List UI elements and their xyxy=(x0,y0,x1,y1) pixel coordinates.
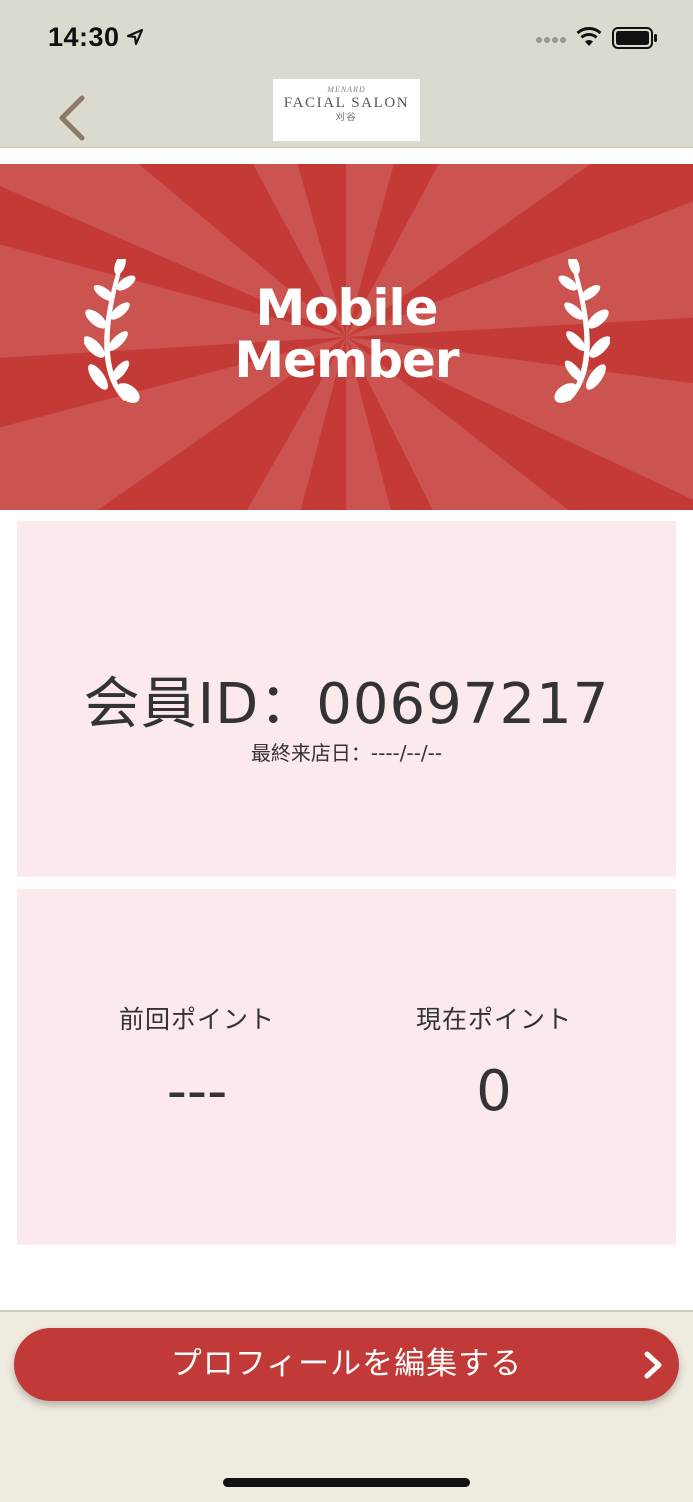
logo-subtitle: 刈谷 xyxy=(335,113,358,123)
battery-icon xyxy=(612,27,657,49)
previous-points: 前回ポイント --- xyxy=(32,1003,362,1125)
wifi-icon xyxy=(576,27,602,46)
nav-bar: MENARD FACIAL SALON 刈谷 xyxy=(0,78,693,148)
signal-dots-icon xyxy=(536,37,566,43)
points-card: 前回ポイント --- 現在ポイント 0 xyxy=(17,889,676,1245)
banner-title-line2: Member xyxy=(234,331,459,389)
banner-title: Mobile Member xyxy=(0,282,693,386)
banner-title-line1: Mobile xyxy=(255,279,438,337)
chevron-right-icon xyxy=(644,1351,662,1379)
location-arrow-icon xyxy=(126,28,144,46)
status-time: 14:30 xyxy=(48,22,120,52)
salon-logo: MENARD FACIAL SALON 刈谷 xyxy=(273,79,420,141)
current-points-value: 0 xyxy=(476,1059,512,1124)
member-id-card: 会員ID：00697217 最終来店日：----/--/-- xyxy=(17,521,676,877)
current-points-label: 現在ポイント xyxy=(415,1005,572,1034)
member-id: 会員ID：00697217 xyxy=(83,672,610,737)
status-bar: 14:30 xyxy=(0,0,693,78)
logo-brand: MENARD xyxy=(327,85,366,94)
footer: プロフィールを編集する xyxy=(0,1310,693,1502)
last-visit-date: 最終来店日：----/--/-- xyxy=(250,741,443,765)
logo-title: FACIAL SALON xyxy=(283,95,410,111)
back-button[interactable] xyxy=(48,86,96,142)
member-banner: Mobile Member xyxy=(0,164,693,510)
edit-profile-label: プロフィールを編集する xyxy=(170,1346,523,1382)
current-points: 現在ポイント 0 xyxy=(329,1003,659,1125)
edit-profile-button[interactable]: プロフィールを編集する xyxy=(14,1328,679,1401)
home-indicator xyxy=(223,1478,470,1487)
chevron-left-icon xyxy=(59,95,85,141)
previous-points-value: --- xyxy=(166,1059,228,1124)
previous-points-label: 前回ポイント xyxy=(118,1005,275,1034)
